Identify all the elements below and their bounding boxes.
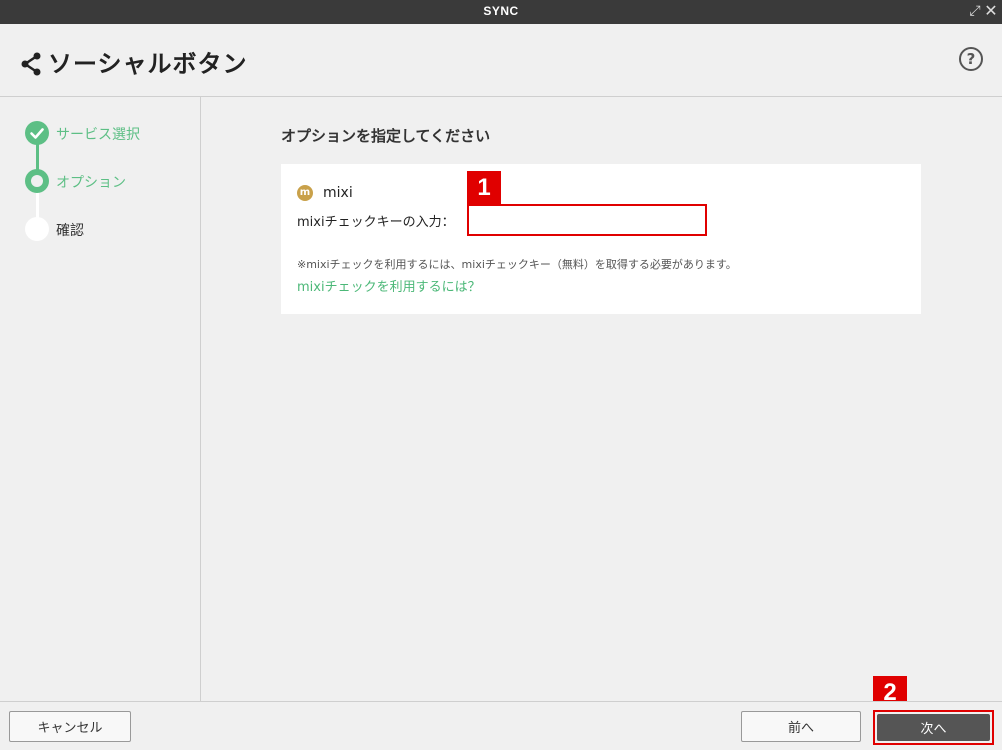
next-button[interactable]: 次へ [877,714,990,741]
annotation-badge-1: 1 [467,171,501,205]
help-icon[interactable]: ? [959,47,983,71]
close-icon[interactable]: ✕ [983,3,999,19]
main-content: オプションを指定してください m mixi mixiチェックキーの入力： ※mi… [202,97,1002,701]
prev-button[interactable]: 前へ [741,711,861,742]
title-bar: SYNC ⤢ ✕ [0,0,1002,24]
service-card: m mixi mixiチェックキーの入力： ※mixiチェックを利用するには、m… [281,164,921,314]
step-label: サービス選択 [56,127,140,143]
mixi-key-input[interactable] [467,204,707,236]
footer-bar: キャンセル 前へ 次へ [0,701,1002,750]
mixi-help-link[interactable]: mixiチェックを利用するには？ [297,276,481,295]
expand-icon[interactable]: ⤢ [967,3,983,19]
mixi-logo-icon: m [297,185,313,201]
step-label: 確認 [56,223,84,239]
next-button-highlight: 次へ [873,710,994,745]
current-step-icon [25,169,49,193]
page-title: ソーシャルボタン [48,50,248,78]
mixi-note: ※mixiチェックを利用するには、mixiチェックキー（無料）を取得する必要があ… [297,258,737,271]
page-header: ソーシャルボタン ? [0,24,1002,97]
pending-step-icon [25,217,49,241]
step-label: オプション [56,175,126,191]
share-icon [21,52,41,76]
check-icon [25,121,49,145]
step-sidebar: サービス選択 オプション 確認 [0,97,201,701]
cancel-button[interactable]: キャンセル [9,711,131,742]
section-title: オプションを指定してください [281,127,491,145]
service-name: mixi [323,185,353,201]
mixi-key-label: mixiチェックキーの入力： [297,215,455,230]
window-title: SYNC [483,4,519,18]
